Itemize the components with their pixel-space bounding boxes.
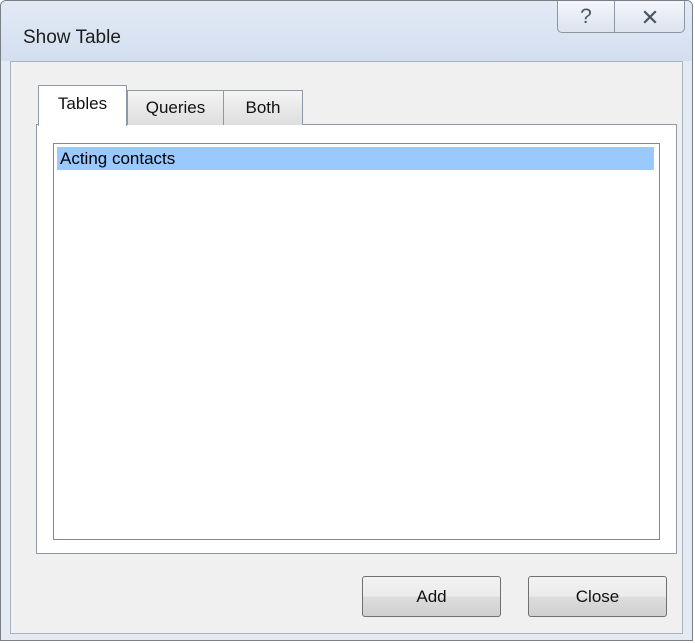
help-icon: ?	[580, 4, 592, 28]
tab-tables[interactable]: Tables	[38, 85, 127, 126]
close-button[interactable]: Close	[528, 576, 667, 617]
list-item[interactable]: Acting contacts	[57, 147, 654, 170]
tab-tables-label: Tables	[57, 94, 108, 113]
tables-tab-panel: Acting contacts	[36, 124, 677, 554]
window-title: Show Table	[23, 27, 121, 48]
tab-queries-label: Queries	[145, 98, 206, 117]
tab-both-label: Both	[245, 98, 281, 117]
dialog-body: Tables Queries Both Acting contacts Add …	[10, 61, 683, 634]
tables-list[interactable]: Acting contacts	[53, 143, 660, 540]
tab-both[interactable]: Both	[223, 90, 303, 125]
add-button[interactable]: Add	[362, 576, 501, 617]
window-close-button[interactable]	[614, 1, 685, 33]
tab-queries[interactable]: Queries	[127, 90, 224, 125]
title-bar[interactable]: Show Table ?	[1, 1, 692, 61]
close-icon	[642, 9, 657, 24]
show-table-dialog: Show Table ? Tables Queries Both Acting …	[0, 0, 693, 641]
help-button[interactable]: ?	[557, 1, 615, 33]
list-item-label: Acting contacts	[60, 149, 176, 168]
